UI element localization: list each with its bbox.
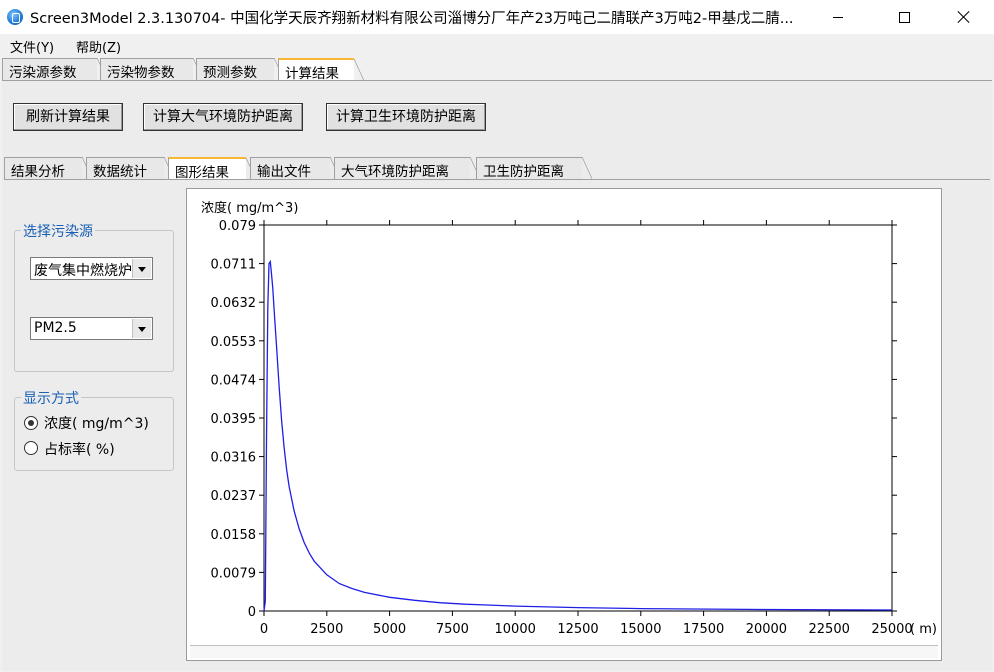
tab-data-stats[interactable]: 数据统计 [86, 157, 174, 180]
close-button[interactable] [940, 0, 986, 34]
minimize-icon [833, 16, 843, 18]
y-tick-label: 0.0474 [211, 373, 257, 388]
x-tick-label: 22500 [809, 622, 850, 637]
radio-percentage[interactable] [24, 441, 38, 455]
concentration-chart: 浓度( mg/m^3) 0 0.0079 0.0158 0.0237 0.0316 0.03… [201, 200, 937, 637]
chart-scrollbar[interactable] [190, 645, 938, 658]
radio-concentration[interactable] [24, 416, 38, 430]
tab-calc-results[interactable]: 计算结果 [278, 58, 364, 82]
title-bar: Screen3Model 2.3.130704- 中国化学天辰齐翔新材料有限公司… [0, 0, 994, 34]
menu-help[interactable]: 帮助(Z) [76, 37, 121, 56]
menu-bar: 文件(Y) 帮助(Z) [0, 34, 994, 56]
x-tick-label: 7500 [436, 622, 469, 637]
app-icon [7, 9, 23, 25]
tab-source-params[interactable]: 污染源参数 [2, 58, 107, 81]
tab-pollutant-params[interactable]: 污染物参数 [100, 58, 203, 81]
refresh-results-button[interactable]: 刷新计算结果 [13, 103, 123, 131]
maximize-button[interactable] [881, 0, 927, 34]
maximize-icon [898, 11, 910, 23]
y-tick-label: 0 [248, 605, 256, 620]
chevron-down-icon[interactable] [132, 259, 151, 278]
close-icon [956, 10, 970, 24]
source-group-caption: 选择污染源 [21, 221, 95, 241]
y-tick-label: 0.0158 [211, 528, 257, 543]
y-tick-label: 0.0395 [211, 412, 257, 427]
plot-area [263, 224, 893, 612]
minimize-button[interactable] [815, 0, 861, 34]
x-tick-label: 10000 [495, 622, 536, 637]
concentration-series-line [263, 259, 893, 612]
window-title: Screen3Model 2.3.130704- 中国化学天辰齐翔新材料有限公司… [30, 11, 794, 27]
x-tick-label: 0 [260, 622, 268, 637]
tab-forecast-params[interactable]: 预测参数 [196, 58, 284, 81]
display-mode-groupbox: 显示方式 [14, 388, 174, 471]
x-tick-label: 2500 [310, 622, 343, 637]
x-tick-label: 20000 [746, 622, 787, 637]
y-tick-label: 0.0237 [211, 489, 257, 504]
y-axis-label: 浓度( mg/m^3) [201, 200, 298, 216]
y-tick-label: 0.079 [219, 219, 256, 234]
x-tick-label: 5000 [373, 622, 406, 637]
source-select[interactable]: 废气集中燃烧炉 [30, 257, 153, 280]
y-tick-label: 0.0711 [211, 258, 257, 273]
radio-percentage-label[interactable]: 占标率( %) [44, 439, 115, 459]
x-tick-label: 25000 [871, 622, 912, 637]
x-tick-label: 12500 [557, 622, 598, 637]
y-tick-label: 0.0316 [211, 451, 257, 466]
tab-result-analysis[interactable]: 结果分析 [4, 157, 92, 180]
calc-health-distance-button[interactable]: 计算卫生环境防护距离 [326, 103, 486, 131]
display-group-caption: 显示方式 [21, 388, 81, 408]
pollutant-select[interactable]: PM2.5 [30, 317, 153, 340]
chart-frame: 浓度( mg/m^3) 0 0.0079 0.0158 0.0237 0.0316 0.03… [186, 188, 942, 661]
x-tick-label: 15000 [620, 622, 661, 637]
tab-output-files[interactable]: 输出文件 [250, 157, 340, 180]
radio-concentration-label[interactable]: 浓度( mg/m^3) [44, 413, 149, 433]
tab-graph-results[interactable]: 图形结果 [168, 157, 256, 181]
menu-file[interactable]: 文件(Y) [10, 37, 54, 56]
y-tick-label: 0.0553 [211, 335, 257, 350]
pollutant-select-value: PM2.5 [34, 320, 77, 336]
tab-atmos-distance[interactable]: 大气环境防护距离 [334, 157, 480, 180]
chevron-down-icon[interactable] [132, 319, 151, 338]
source-groupbox: 选择污染源 [14, 221, 174, 372]
y-tick-label: 0.0632 [211, 296, 257, 311]
calc-atmos-distance-button[interactable]: 计算大气环境防护距离 [143, 103, 303, 131]
source-select-value: 废气集中燃烧炉 [34, 263, 132, 279]
tab-health-distance[interactable]: 卫生防护距离 [476, 157, 592, 180]
x-axis-unit: ( m) [910, 622, 937, 637]
y-tick-label: 0.0079 [211, 566, 257, 581]
x-tick-label: 17500 [683, 622, 724, 637]
